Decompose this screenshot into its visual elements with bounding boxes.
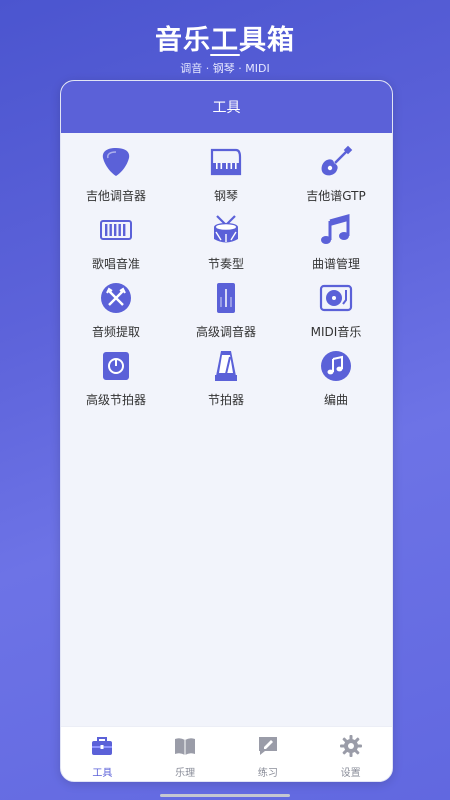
bottom-tab-bar: 工具 乐理 练习 设置 [61,726,392,781]
tool-score-manage[interactable]: 曲谱管理 [281,211,391,279]
book-icon [173,734,197,762]
home-indicator [160,794,290,797]
tuner-device-icon [207,279,245,317]
tool-metronome[interactable]: 节拍器 [171,347,281,415]
tool-piano[interactable]: 钢琴 [171,143,281,211]
turntable-icon [317,279,355,317]
tab-theory[interactable]: 乐理 [144,727,227,781]
note-circle-icon [317,347,355,385]
app-subtitle: 调音 · 钢琴 · MIDI [180,62,270,75]
tool-advanced-metronome[interactable]: 高级节拍器 [61,347,171,415]
practice-icon [256,734,280,762]
music-note-icon [317,211,355,249]
tab-label: 乐理 [175,768,196,779]
piano-icon [207,143,245,181]
guitar-pick-icon [97,143,135,181]
tab-label: 工具 [92,768,113,779]
metronome-icon [207,347,245,385]
metronome-box-icon [97,347,135,385]
tab-settings[interactable]: 设置 [309,727,392,781]
gear-icon [339,734,363,762]
title-underline [210,54,240,56]
tool-label: 吉他调音器 [85,189,146,203]
tool-midi-music[interactable]: MIDI音乐 [281,279,391,347]
tool-label: 曲谱管理 [311,257,360,271]
tool-guitar-gtp[interactable]: 吉他谱GTP [281,143,391,211]
tab-label: 练习 [257,768,278,779]
tool-advanced-tuner[interactable]: 高级调音器 [171,279,281,347]
card-title: 工具 [212,100,241,116]
drum-icon [207,211,245,249]
tool-label: 高级调音器 [195,325,256,339]
tool-audio-extract[interactable]: 音频提取 [61,279,171,347]
tool-label: MIDI音乐 [310,325,362,339]
toolbox-icon [90,734,114,762]
tools-grid: 吉他调音器 钢琴 吉他谱GTP 歌唱音准 节奏型 曲谱管理 音频提取 高级调音器… [61,143,392,415]
tool-label: 钢琴 [213,189,238,203]
tool-label: 歌唱音准 [91,257,140,271]
app-title: 音乐工具箱 [155,25,295,56]
tool-rhythm[interactable]: 节奏型 [171,211,281,279]
card-header: 工具 [61,81,392,133]
tool-label: 编曲 [323,393,348,407]
tool-guitar-tuner[interactable]: 吉他调音器 [61,143,171,211]
tool-label: 吉他谱GTP [306,189,366,203]
tool-label: 音频提取 [91,325,140,339]
audio-extract-icon [97,279,135,317]
tool-singing-pitch[interactable]: 歌唱音准 [61,211,171,279]
tool-arrange[interactable]: 编曲 [281,347,391,415]
keyboard-icon [97,211,135,249]
tool-label: 节拍器 [207,393,244,407]
tools-card: 工具 吉他调音器 钢琴 吉他谱GTP 歌唱音准 节奏型 曲谱管理 音频提取 高级… [60,80,393,782]
tab-practice[interactable]: 练习 [227,727,310,781]
tool-label: 高级节拍器 [85,393,146,407]
tab-label: 设置 [340,768,361,779]
guitar-icon [317,143,355,181]
tab-tools[interactable]: 工具 [61,727,144,781]
tool-label: 节奏型 [207,257,244,271]
